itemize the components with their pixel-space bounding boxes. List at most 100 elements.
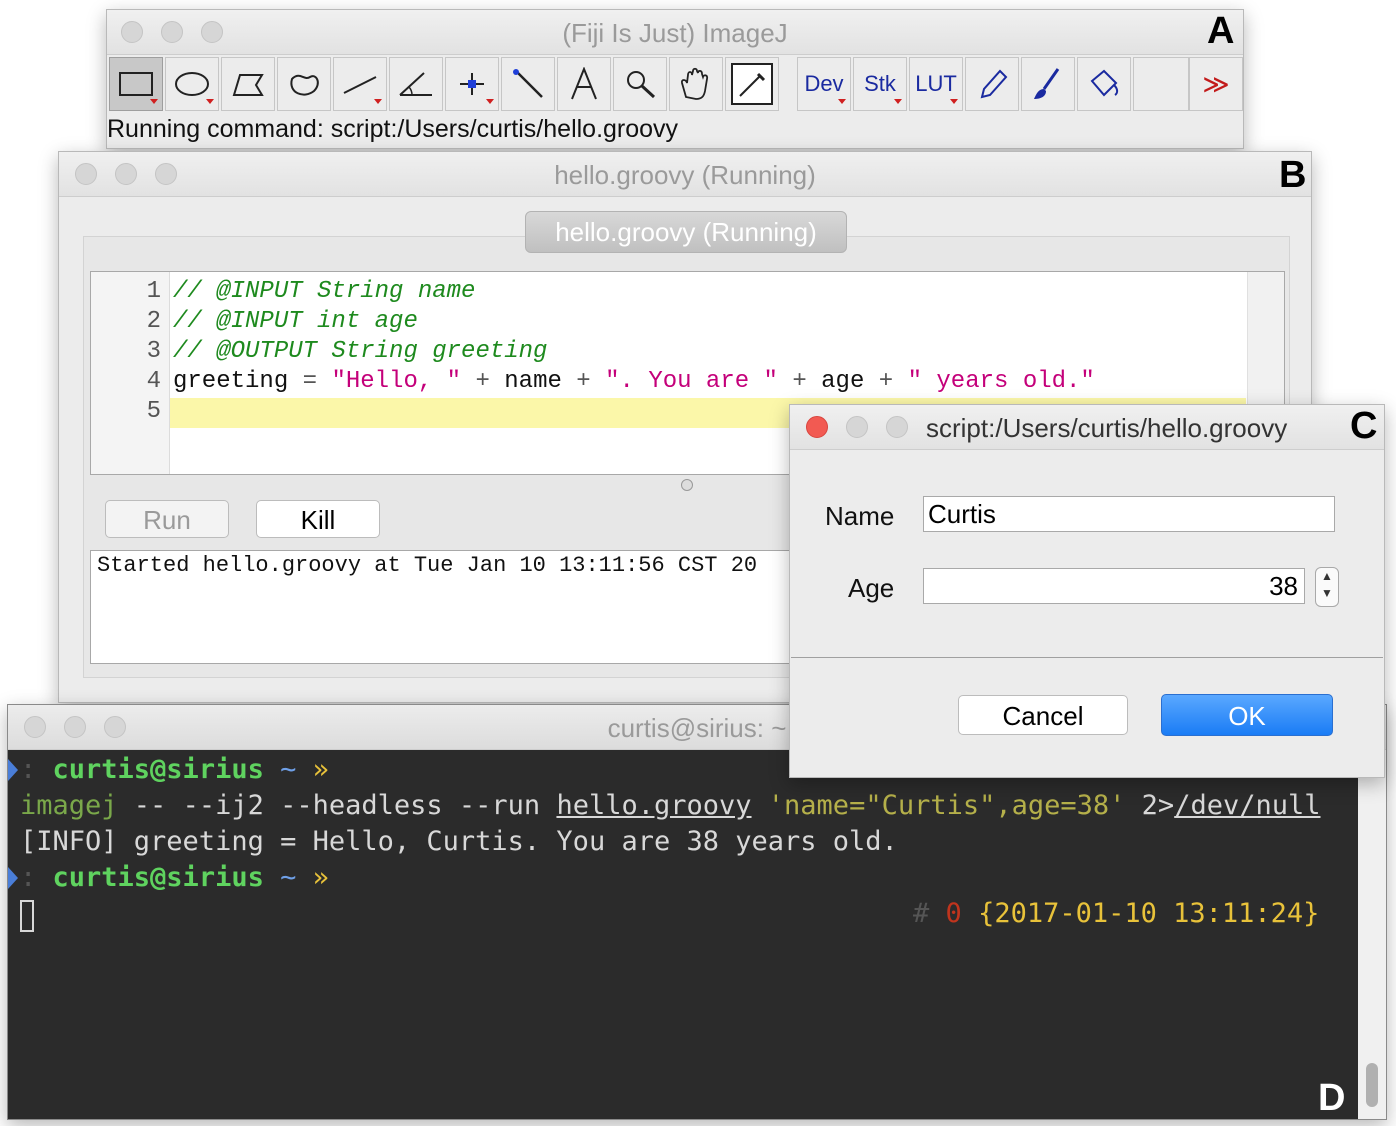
age-stepper[interactable]: ▲ ▼ <box>1315 567 1339 607</box>
command-program: imagej <box>20 790 118 821</box>
command-args: -- --ij2 --headless --run <box>117 790 557 821</box>
prompt-arrow: » <box>312 862 329 893</box>
kill-button[interactable]: Kill <box>256 500 380 538</box>
terminal-body[interactable]: : curtis@sirius ~ » imagej -- --ij2 --he… <box>8 750 1386 1119</box>
freehand-icon <box>290 74 319 96</box>
code-token: + <box>461 368 505 395</box>
code-token: greeting <box>173 368 303 395</box>
pencil-icon <box>980 69 1008 99</box>
command-file: hello.groovy <box>556 790 752 821</box>
dialog-form <box>791 451 1383 658</box>
imagej-titlebar: (Fiji Is Just) ImageJ <box>107 10 1243 55</box>
stk-menu-tool[interactable]: Stk <box>853 57 907 111</box>
code-token: + <box>777 368 822 395</box>
more-tools-button[interactable]: ≫ <box>1189 57 1243 111</box>
prompt-marker-icon <box>8 759 18 781</box>
line-tool[interactable] <box>333 57 387 111</box>
point-tool[interactable] <box>445 57 499 111</box>
hand-tool[interactable] <box>669 57 723 111</box>
prompt-separator: : <box>20 862 53 893</box>
close-window-button[interactable] <box>806 416 828 438</box>
editor-titlebar: hello.groovy (Running) <box>59 152 1311 197</box>
line-number: 5 <box>146 398 161 425</box>
lut-label: LUT <box>915 71 957 96</box>
chevron-down-icon[interactable]: ▼ <box>1316 585 1338 602</box>
panel-label-a: A <box>1207 10 1235 52</box>
window-title: script:/Users/curtis/hello.groovy <box>926 413 1288 443</box>
window-title: (Fiji Is Just) ImageJ <box>562 18 788 48</box>
stk-label: Stk <box>864 71 896 96</box>
empty-tool-slot <box>1133 57 1189 111</box>
panel-label-d: D <box>1318 1077 1346 1119</box>
window-title: hello.groovy (Running) <box>554 160 816 190</box>
brush-tool[interactable] <box>1021 57 1075 111</box>
code-string: " years old." <box>907 368 1095 395</box>
flood-fill-tool[interactable] <box>1077 57 1131 111</box>
zoom-window-button[interactable] <box>886 416 908 438</box>
split-pane-divider[interactable] <box>681 479 693 491</box>
command-devnull: /dev/null <box>1174 790 1321 821</box>
line-number: 1 <box>146 278 161 305</box>
text-icon <box>571 67 597 100</box>
age-label: Age <box>848 573 895 603</box>
tab-hello-groovy[interactable]: hello.groovy (Running) <box>525 211 847 253</box>
dev-menu-tool[interactable]: Dev <box>797 57 851 111</box>
angle-tool[interactable] <box>389 57 443 111</box>
prompt-line-1: : curtis@sirius ~ » <box>20 754 329 785</box>
prompt-separator: : <box>20 754 53 785</box>
timestamp: {2017-01-10 13:11:24} <box>978 898 1320 929</box>
code-token: + <box>561 368 606 395</box>
text-tool[interactable] <box>557 57 611 111</box>
dropper-icon <box>731 63 773 105</box>
code-string: ". You are " <box>605 368 778 395</box>
panel-label-b: B <box>1279 154 1307 196</box>
code-line-2: // @INPUT int age <box>173 308 418 335</box>
line-number: 3 <box>146 338 161 365</box>
rectangle-icon <box>119 72 153 96</box>
prompt-dir: ~ <box>263 862 313 893</box>
dev-label: Dev <box>804 71 844 96</box>
freehand-tool[interactable] <box>277 57 331 111</box>
polygon-icon <box>232 74 264 96</box>
more-tools-icon: ≫ <box>1202 68 1230 99</box>
cancel-button[interactable]: Cancel <box>958 695 1128 735</box>
code-token: + <box>864 368 908 395</box>
lut-menu-tool[interactable]: LUT <box>909 57 963 111</box>
wand-tool[interactable] <box>501 57 555 111</box>
code-token: age <box>821 368 865 395</box>
run-button[interactable]: Run <box>105 500 229 538</box>
minimize-window-button[interactable] <box>846 416 868 438</box>
point-icon <box>460 73 484 95</box>
prompt-line-2: : curtis@sirius ~ » <box>20 862 329 893</box>
rectangle-tool[interactable] <box>109 57 163 111</box>
status-bar: Running command: script:/Users/curtis/he… <box>107 115 679 143</box>
code-token: = <box>302 368 332 395</box>
prompt-user: curtis@sirius <box>52 754 264 785</box>
name-field[interactable]: Curtis <box>923 496 1335 532</box>
magnifier-tool[interactable] <box>613 57 667 111</box>
prompt-marker-icon <box>8 867 18 889</box>
dialog-titlebar: script:/Users/curtis/hello.groovy <box>790 405 1384 450</box>
command-redirect: 2> <box>1125 790 1175 821</box>
terminal-cursor <box>20 900 34 932</box>
paint-bucket-icon <box>1090 69 1119 97</box>
prompt-user: curtis@sirius <box>52 862 264 893</box>
chevron-up-icon[interactable]: ▲ <box>1316 568 1338 585</box>
code-line-4: greeting = "Hello, " + name + ". You are… <box>173 368 1095 395</box>
output-text: Started hello.groovy at Tue Jan 10 13:11… <box>97 553 758 578</box>
line-number: 4 <box>146 368 161 395</box>
polygon-tool[interactable] <box>221 57 275 111</box>
ok-button[interactable]: OK <box>1161 694 1333 736</box>
oval-tool[interactable] <box>165 57 219 111</box>
panel-label-c: C <box>1350 405 1378 447</box>
command-params: 'name="Curtis",age=38' <box>751 790 1126 821</box>
pencil-tool[interactable] <box>965 57 1019 111</box>
line-number: 2 <box>146 308 161 335</box>
age-field[interactable]: 38 <box>923 568 1305 604</box>
wand-icon <box>513 69 543 98</box>
dropper-tool[interactable] <box>725 57 779 111</box>
terminal-scrollbar[interactable] <box>1358 750 1386 1119</box>
name-label: Name <box>825 501 895 531</box>
scrollbar-thumb[interactable] <box>1366 1063 1378 1107</box>
info-output-line: [INFO] greeting = Hello, Curtis. You are… <box>20 826 898 857</box>
